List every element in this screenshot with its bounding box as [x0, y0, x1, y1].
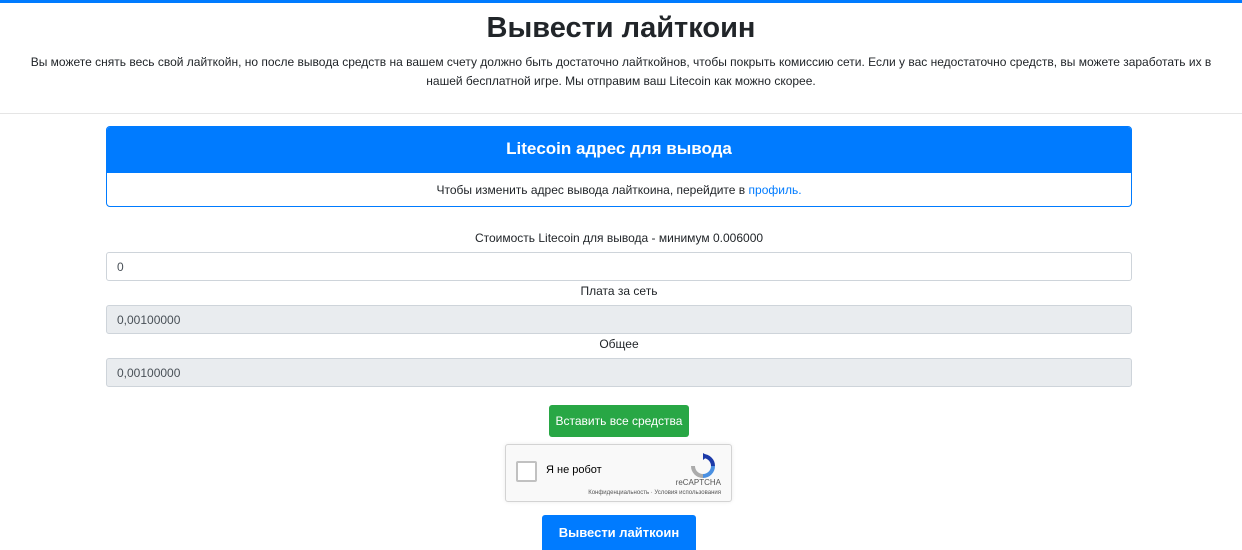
recaptcha-checkbox-label: Я не робот	[546, 464, 602, 476]
page-header: Вывести лайткоин Вы можете снять весь св…	[0, 3, 1242, 114]
recaptcha-brand: reCAPTCHA	[675, 478, 721, 487]
withdraw-litecoin-button[interactable]: Вывести лайткоин	[542, 515, 696, 550]
page-description: Вы можете снять весь свой лайткойн, но п…	[30, 55, 1212, 88]
recaptcha-checkbox[interactable]	[516, 461, 537, 482]
total-field	[106, 358, 1132, 387]
fee-label: Плата за сеть	[580, 284, 658, 298]
total-label: Общее	[599, 337, 639, 351]
amount-label: Стоимость Litecoin для вывода - минимум …	[474, 231, 764, 245]
profile-link[interactable]: профиль.	[749, 183, 802, 197]
page-title: Вывести лайткоин	[486, 12, 756, 44]
recaptcha-logo-icon	[691, 453, 715, 478]
fee-field	[106, 305, 1132, 334]
withdraw-address-card: Litecoin адрес для вывода Чтобы изменить…	[106, 126, 1132, 207]
recaptcha-widget: Я не робот reCAPTCHA Конфиденциальность …	[505, 444, 732, 502]
address-card-header: Litecoin адрес для вывода	[107, 127, 1131, 173]
address-card-text: Чтобы изменить адрес вывода лайткоина, п…	[436, 183, 746, 197]
amount-input[interactable]	[106, 252, 1132, 281]
insert-all-funds-button[interactable]: Вставить все средства	[549, 405, 689, 437]
address-card-body: Чтобы изменить адрес вывода лайткоина, п…	[107, 173, 1131, 206]
recaptcha-links[interactable]: Конфиденциальность · Условия использован…	[588, 490, 721, 496]
